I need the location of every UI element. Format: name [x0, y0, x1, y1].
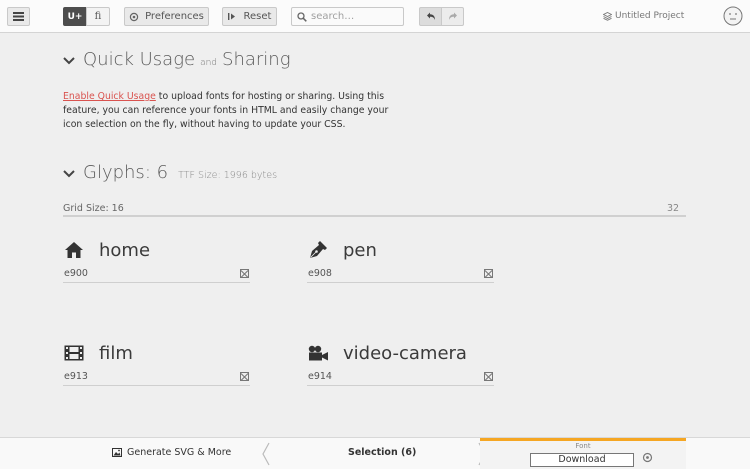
glyph-header: video-camera: [307, 341, 494, 365]
glyph-code[interactable]: e913: [63, 369, 250, 386]
hamburger-icon: [13, 12, 24, 21]
glyph-name: film: [99, 342, 133, 364]
glyphs-title: Glyphs: 6: [83, 162, 169, 183]
glyph-code-value: e908: [308, 268, 332, 279]
pen-icon: [307, 239, 329, 261]
glyph-name: video-camera: [343, 342, 467, 364]
quick-usage-title-and: and: [200, 58, 218, 68]
glyph-card-film[interactable]: film e913: [63, 341, 250, 386]
gear-icon[interactable]: [642, 452, 653, 463]
reset-icon: [227, 13, 235, 20]
video-camera-icon: [307, 342, 329, 364]
grid-size-slider[interactable]: [63, 215, 686, 217]
quick-usage-title: Quick Usage: [83, 49, 196, 70]
ttf-size: TTF Size: 1996 bytes: [178, 170, 278, 181]
reset-label: Reset: [243, 11, 272, 22]
preferences-label: Preferences: [145, 11, 204, 22]
font-tab-label: Font: [575, 442, 591, 450]
glyph-name: pen: [343, 239, 377, 261]
glyph-code[interactable]: e914: [307, 369, 494, 386]
glyph-card-pen[interactable]: pen e908: [307, 238, 494, 283]
glyph-code[interactable]: e900: [63, 266, 250, 283]
chevron-down-icon: [63, 57, 75, 65]
quick-usage-heading[interactable]: Quick Usage and Sharing: [63, 49, 291, 70]
redo-button[interactable]: [441, 7, 464, 26]
chevron-down-icon: [63, 170, 75, 178]
project-name-label: Untitled Project: [615, 11, 685, 21]
redo-icon: [448, 12, 457, 20]
glyph-code-value: e914: [308, 371, 332, 382]
selection-tab[interactable]: Selection (6): [348, 447, 416, 458]
undo-button[interactable]: [419, 7, 442, 26]
generate-svg-button[interactable]: Generate SVG & More: [112, 447, 231, 458]
grid-size-label: Grid Size: 16: [63, 203, 124, 214]
bottom-bar: Generate SVG & More Selection (6) Font D…: [0, 437, 750, 469]
main-menu-button[interactable]: [7, 7, 30, 26]
search-box: [291, 7, 404, 26]
glyph-card-home[interactable]: home e900: [63, 238, 250, 283]
ligature-toggle-button[interactable]: fi: [86, 7, 110, 26]
image-icon: [112, 448, 122, 457]
undo-icon: [426, 12, 435, 20]
glyph-code-value: e913: [64, 371, 88, 382]
glyph-card-video-camera[interactable]: video-camera e914: [307, 341, 494, 386]
remove-code-icon[interactable]: [240, 269, 249, 278]
gear-icon: [129, 12, 139, 21]
glyph-header: home: [63, 238, 250, 262]
glyphs-heading[interactable]: Glyphs: 6 TTF Size: 1996 bytes: [63, 162, 277, 183]
remove-code-icon[interactable]: [240, 372, 249, 381]
home-icon: [63, 239, 85, 261]
download-button[interactable]: Download: [530, 453, 634, 467]
layers-icon: [603, 11, 612, 21]
glyph-header: pen: [307, 238, 494, 262]
search-input[interactable]: [311, 11, 401, 22]
glyph-header: film: [63, 341, 250, 365]
quick-usage-description: Enable Quick Usage to upload fonts for h…: [63, 90, 403, 132]
user-avatar-icon[interactable]: [723, 6, 743, 26]
glyph-code-value: e900: [64, 268, 88, 279]
project-name[interactable]: Untitled Project: [603, 11, 684, 21]
film-icon: [63, 342, 85, 364]
remove-code-icon[interactable]: [484, 269, 493, 278]
enable-quick-usage-link[interactable]: Enable Quick Usage: [63, 91, 156, 102]
unicode-toggle-button[interactable]: U+: [63, 7, 87, 26]
glyph-code[interactable]: e908: [307, 266, 494, 283]
remove-code-icon[interactable]: [484, 372, 493, 381]
top-toolbar: U+ fi Preferences Reset Untitled Project: [0, 0, 750, 33]
quick-usage-title-sharing: Sharing: [222, 49, 291, 70]
chevron-left-icon[interactable]: [262, 442, 270, 466]
font-tab[interactable]: Font Download: [480, 438, 686, 469]
generate-svg-label: Generate SVG & More: [127, 447, 232, 458]
glyph-name: home: [99, 239, 151, 261]
reset-button[interactable]: Reset: [222, 7, 277, 26]
preferences-button[interactable]: Preferences: [124, 7, 209, 26]
search-icon: [297, 11, 307, 22]
grid-size-max: 32: [667, 203, 680, 214]
